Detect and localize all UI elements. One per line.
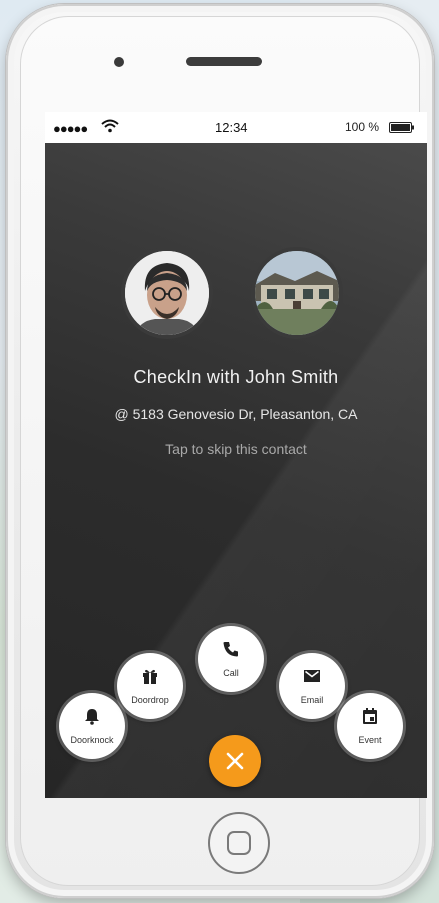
event-label: Event: [358, 735, 382, 745]
close-button[interactable]: [209, 735, 261, 787]
home-button-icon: [227, 831, 251, 855]
house-photo: [255, 251, 339, 335]
speaker-slot: [186, 57, 262, 66]
envelope-icon: [304, 670, 320, 682]
wifi-icon: [101, 119, 119, 133]
status-bar: ●●●●● 12:34 100 %: [45, 112, 427, 143]
close-icon: [226, 752, 244, 770]
event-button[interactable]: Event: [337, 693, 403, 759]
phone-icon: [223, 642, 238, 657]
checkin-title: CheckIn with John Smith: [133, 367, 339, 387]
bell-icon: [85, 709, 99, 725]
battery-percent: 100 %: [345, 120, 380, 134]
doordrop-label: Doordrop: [131, 695, 169, 705]
checkin-panel[interactable]: CheckIn with John Smith @ 5183 Genovesio…: [45, 143, 427, 798]
call-button[interactable]: Call: [198, 626, 264, 692]
doordrop-button[interactable]: Doordrop: [117, 653, 183, 719]
property-avatar: [251, 247, 343, 339]
gift-icon: [143, 669, 157, 684]
doorknock-button[interactable]: Doorknock: [59, 693, 125, 759]
doorknock-label: Doorknock: [70, 735, 114, 745]
contact-avatar: [121, 247, 213, 339]
phone-screen: ●●●●● 12:34 100 % CheckIn with John Smit…: [45, 112, 427, 798]
email-button[interactable]: Email: [279, 653, 345, 719]
call-label: Call: [223, 668, 239, 678]
email-label: Email: [300, 695, 324, 705]
camera-dot: [114, 57, 124, 67]
contact-address: @ 5183 Genovesio Dr, Pleasanton, CA: [114, 406, 358, 422]
battery-icon: [389, 122, 414, 133]
calendar-icon: [363, 708, 377, 724]
signal-strength: ●●●●●: [53, 121, 88, 136]
skip-contact-link[interactable]: Tap to skip this contact: [45, 441, 427, 457]
person-photo: [125, 251, 209, 335]
status-time: 12:34: [215, 120, 248, 135]
scene: ●●●●● 12:34 100 % CheckIn with John Smit…: [0, 0, 439, 903]
home-button[interactable]: [208, 812, 270, 874]
